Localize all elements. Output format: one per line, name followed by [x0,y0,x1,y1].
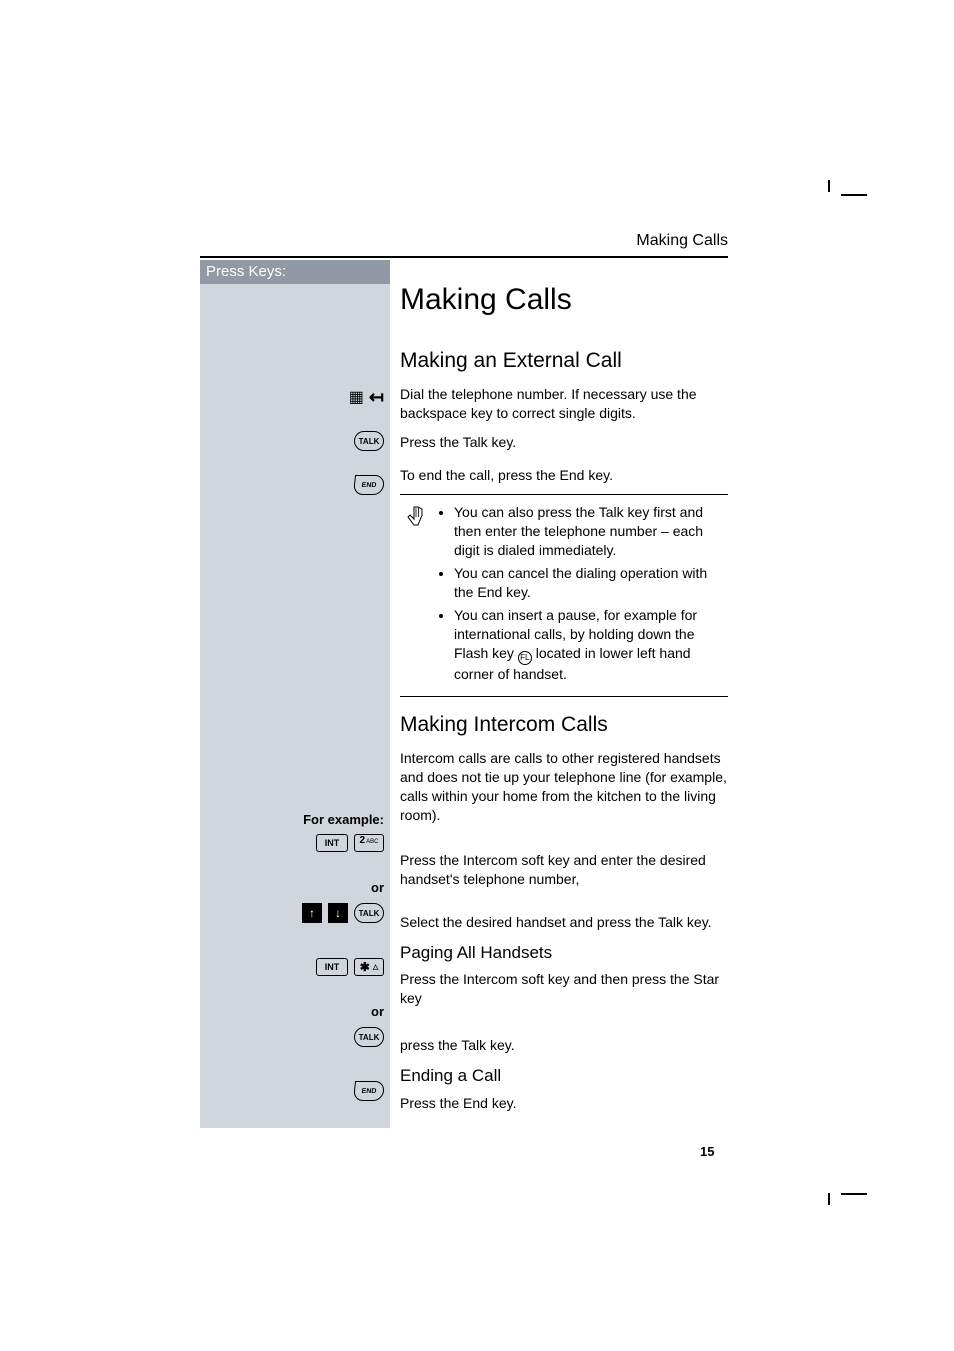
crop-mark [828,1193,830,1205]
star-glyph: ✱ [360,960,370,974]
text-press-intercom-star: Press the Intercom soft key and then pre… [400,970,728,1008]
heading-paging: Paging All Handsets [400,942,728,965]
sidebar-keys: ▦ ↤ TALK END For example: INT 2ABC or [200,284,390,1128]
talk-key-icon: TALK [354,903,384,923]
talk-key-icon: TALK [354,431,384,451]
key-row-int-2: INT 2ABC [200,832,384,854]
key-row-arrows-talk: ↑ ↓ TALK [200,902,384,924]
star-key-icon: ✱△ [354,958,384,976]
arrow-down-icon: ↓ [328,903,348,923]
text-press-talk: Press the Talk key. [400,433,728,452]
key-row-end-2: END [200,1080,384,1102]
flash-key-icon: FL [518,651,532,665]
page-number: 15 [700,1144,714,1159]
num-2-sup: ABC [366,839,378,845]
note-1a: You can also press the Talk key first [454,504,676,520]
text-dial-number: Dial the telephone number. If necessary … [400,385,728,423]
header-rule [200,256,728,258]
heading-external-call: Making an External Call [400,347,728,375]
note-list: You can also press the Talk key first an… [436,503,728,688]
text-press-end-2: Press the End key. [400,1094,728,1113]
text-press-intercom-num: Press the Intercom soft key and enter th… [400,851,728,889]
note-box: You can also press the Talk key first an… [400,494,728,697]
end-key-icon: END [353,1081,385,1101]
backspace-icon: ↤ [369,387,384,408]
key-row-dial: ▦ ↤ [200,386,384,408]
note-item: You can insert a pause, for example for … [454,606,728,684]
talk-key-icon: TALK [354,1027,384,1047]
crop-mark [841,194,867,196]
label-or-1: or [200,876,384,898]
key-row-end: END [200,474,384,496]
num-2: 2 [360,835,366,846]
note-item: You can cancel the dialing operation wit… [454,564,728,602]
sidebar: Press Keys: ▦ ↤ TALK END For example: IN… [200,260,390,1128]
page-body: Press Keys: ▦ ↤ TALK END For example: IN… [200,260,728,1128]
end-key-icon: END [353,475,385,495]
int-softkey-icon: INT [316,958,348,976]
key-row-int-star: INT ✱△ [200,956,384,978]
crop-mark [841,1193,867,1195]
main-content: Making Calls Making an External Call Dia… [390,260,728,1128]
note-item: You can also press the Talk key first an… [454,503,728,560]
arrow-up-icon: ↑ [302,903,322,923]
keypad-icon: ▦ [349,387,363,407]
running-header: Making Calls [200,232,728,256]
bell-icon: △ [373,963,378,971]
text-intercom-desc: Intercom calls are calls to other regist… [400,749,728,825]
heading-intercom: Making Intercom Calls [400,711,728,739]
text-select-handset: Select the desired handset and press the… [400,913,728,932]
crop-mark [828,180,830,192]
key-row-talk: TALK [200,430,384,452]
label-or-2: or [200,1000,384,1022]
sidebar-title: Press Keys: [200,260,390,284]
page-title: Making Calls [400,280,728,321]
note-hand-icon [404,503,426,688]
text-press-end: To end the call, press the End key. [400,466,728,485]
int-softkey-icon: INT [316,834,348,852]
number-2-key-icon: 2ABC [354,834,384,852]
heading-ending: Ending a Call [400,1065,728,1088]
label-for-example: For example: [200,808,384,830]
text-press-talk-2: press the Talk key. [400,1036,728,1055]
key-row-talk-2: TALK [200,1026,384,1048]
